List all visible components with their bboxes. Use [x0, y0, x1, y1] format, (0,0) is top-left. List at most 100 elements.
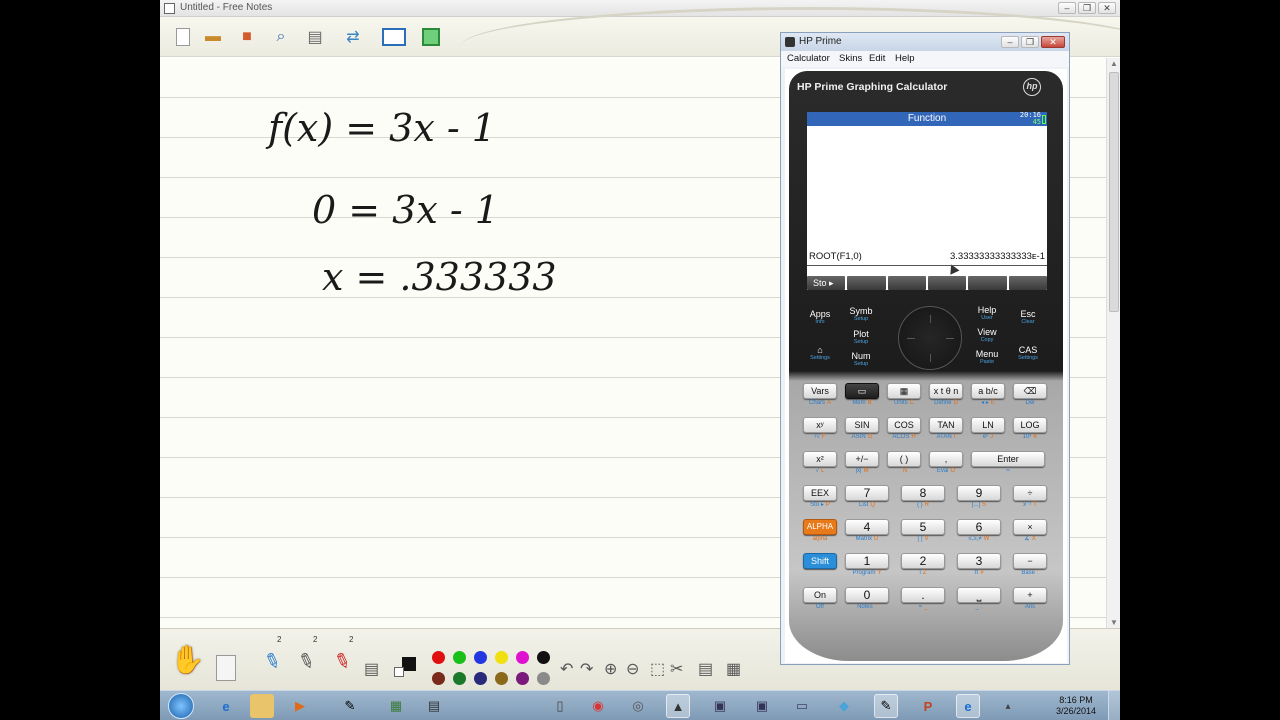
notes-vertical-scrollbar[interactable]: ▲ ▼ [1106, 58, 1120, 628]
esc-key[interactable]: Esc Clear [1011, 309, 1045, 326]
blue-pen-tool-icon[interactable]: ✎ [260, 647, 284, 676]
palette-color-swatch[interactable] [453, 651, 466, 664]
num-key[interactable]: Num Setup [843, 351, 879, 368]
calculator-task-icon[interactable]: ▤ [422, 694, 446, 718]
print-app-icon[interactable]: ▣ [750, 694, 774, 718]
active-app-icon[interactable]: ▲ [666, 694, 690, 718]
new-document-icon[interactable] [176, 28, 190, 46]
ln-key[interactable]: LN eˣ J [971, 417, 1005, 447]
dpad-right-mark[interactable] [946, 338, 954, 339]
redo-icon[interactable]: ↷ [580, 659, 593, 679]
palette-color-swatch[interactable] [495, 672, 508, 685]
digit-4-key[interactable]: 4 Matrix U [845, 519, 889, 549]
green-page-icon[interactable] [422, 28, 440, 46]
divide-key[interactable]: ÷ x⁻¹ T [1013, 485, 1047, 515]
digit-5-key[interactable]: 5[ ] V [901, 519, 945, 549]
minimize-button[interactable]: ‒ [1058, 2, 1076, 14]
toolbox-key[interactable]: ▦ Units C [887, 383, 921, 413]
hp-prime-task-icon[interactable]: ▯ [548, 694, 572, 718]
parentheses-key[interactable]: ( ) N [887, 451, 921, 481]
home-key[interactable]: ⌂ Settings [803, 345, 837, 362]
add-key[interactable]: + Ans [1013, 587, 1047, 617]
zoom-in-icon[interactable]: ⊕ [604, 659, 617, 679]
maximize-button[interactable]: ❐ [1078, 2, 1096, 14]
palette-color-swatch[interactable] [537, 651, 550, 664]
decimal-key[interactable]: . = _ [901, 587, 945, 617]
subtract-key[interactable]: − Base: [1013, 553, 1047, 583]
palette-color-swatch[interactable] [453, 672, 466, 685]
xttheta-key[interactable]: x t θ n Define D [929, 383, 963, 413]
snipping-tool-icon[interactable]: ◆ [832, 694, 856, 718]
softkey-3[interactable] [887, 276, 926, 290]
network-app-icon[interactable]: ▣ [708, 694, 732, 718]
palette-color-swatch[interactable] [516, 651, 529, 664]
show-desktop-button[interactable] [1108, 691, 1120, 720]
save-icon[interactable]: ■ [236, 26, 258, 48]
webcam-icon[interactable]: ◎ [626, 694, 650, 718]
dpad-up-mark[interactable] [930, 315, 931, 323]
negate-key[interactable]: +/− |x| M [845, 451, 879, 481]
pencil-tool-icon[interactable]: ✎ [294, 647, 318, 676]
apps-key[interactable]: Apps Info [803, 309, 837, 326]
tan-key[interactable]: TAN ATAN I [929, 417, 963, 447]
powerpoint-icon[interactable]: P [916, 694, 940, 718]
on-key[interactable]: On Off [803, 587, 837, 617]
digit-1-key[interactable]: 1 Program Y [845, 553, 889, 583]
scroll-thumb[interactable] [1109, 72, 1119, 312]
red-marker-tool-icon[interactable]: ✎ [330, 647, 354, 676]
palette-color-swatch[interactable] [432, 672, 445, 685]
digit-7-key[interactable]: 7 List Q [845, 485, 889, 515]
power-key[interactable]: xʸ ʸ√ F [803, 417, 837, 447]
square-key[interactable]: x² √ L [803, 451, 837, 481]
digit-6-key[interactable]: 6 ≤,≥,≠ W [957, 519, 1001, 549]
start-button[interactable] [168, 693, 194, 719]
shift-key[interactable]: Shift [803, 553, 837, 583]
calculator-screen[interactable]: Function 20:16 45 ROOT(F1,0) 3.333333333… [807, 112, 1047, 290]
space-key[interactable]: ⎵ _; [957, 587, 1001, 617]
background-color-swatch[interactable] [394, 667, 404, 677]
direction-pad[interactable] [898, 306, 962, 370]
log-key[interactable]: LOG 10ˣ K [1013, 417, 1047, 447]
print-icon[interactable]: ▤ [304, 26, 326, 48]
digit-0-key[interactable]: 0 Notes " [845, 587, 889, 617]
palette-color-swatch[interactable] [474, 672, 487, 685]
menu-skins[interactable]: Skins [839, 53, 862, 64]
menu-edit[interactable]: Edit [869, 53, 885, 64]
vars-key[interactable]: Vars Chars A [803, 383, 837, 413]
scroll-up-arrow-icon[interactable]: ▲ [1109, 59, 1119, 68]
help-key[interactable]: Help User [969, 305, 1005, 322]
menu-help[interactable]: Help [895, 53, 915, 64]
digit-8-key[interactable]: 8{ } R [901, 485, 945, 515]
digit-2-key[interactable]: 2iZ [901, 553, 945, 583]
view-key[interactable]: View Copy [969, 327, 1005, 344]
fraction-key[interactable]: a b/c ◂ ▸ E [971, 383, 1005, 413]
file-explorer-icon[interactable] [250, 694, 274, 718]
selection-icon[interactable]: ⬚ [650, 659, 665, 679]
monitor-app-icon[interactable]: ▭ [790, 694, 814, 718]
zoom-out-icon[interactable]: ⊖ [626, 659, 639, 679]
menu-calculator[interactable]: Calculator [787, 53, 830, 64]
enter-key[interactable]: Enter ≈ [971, 451, 1045, 481]
alpha-key[interactable]: ALPHA alpha [803, 519, 837, 549]
palette-color-swatch[interactable] [474, 651, 487, 664]
taskbar-clock[interactable]: 8:16 PM 3/26/2014 [1056, 695, 1096, 717]
print-preview-icon[interactable]: ⌕ [270, 26, 292, 48]
line-style-icon[interactable]: ▤ [364, 659, 379, 679]
menu-key[interactable]: Menu Paste [969, 349, 1005, 366]
cut-icon[interactable]: ✂ [670, 659, 683, 679]
undo-icon[interactable]: ↶ [560, 659, 573, 679]
free-notes-running-icon[interactable]: ✎ [874, 694, 898, 718]
comma-key[interactable]: , Eval O [929, 451, 963, 481]
dpad-left-mark[interactable] [907, 338, 915, 339]
digit-3-key[interactable]: 3 π # [957, 553, 1001, 583]
eex-key[interactable]: EEX Sto ▸ P [803, 485, 837, 515]
insert-icon[interactable]: ▦ [726, 659, 741, 679]
paste-icon[interactable]: ▤ [698, 659, 713, 679]
softkey-6[interactable] [1008, 276, 1047, 290]
digit-9-key[interactable]: 9 [...] S [957, 485, 1001, 515]
hand-pan-tool-icon[interactable]: ✋ [170, 643, 205, 676]
eraser-tool-icon[interactable] [216, 655, 236, 681]
sin-key[interactable]: SIN ASIN G [845, 417, 879, 447]
plot-key[interactable]: Plot Setup [843, 329, 879, 346]
hp-maximize-button[interactable]: ❐ [1021, 36, 1039, 48]
